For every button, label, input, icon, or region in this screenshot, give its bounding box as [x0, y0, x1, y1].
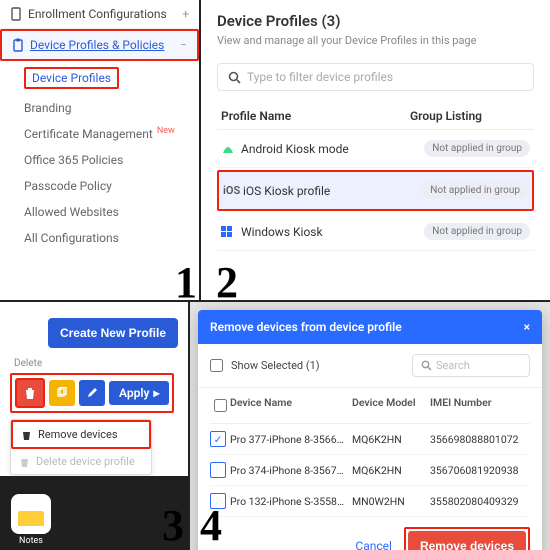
create-profile-button[interactable]: Create New Profile — [48, 318, 178, 348]
col-device-model: Device Model — [352, 396, 430, 415]
expand-icon[interactable]: + — [182, 7, 189, 21]
filter-placeholder: Type to filter device profiles — [247, 70, 393, 84]
dock: Notes — [0, 476, 188, 550]
windows-icon — [221, 226, 241, 238]
clipboard-icon — [12, 38, 24, 52]
row-checkbox[interactable] — [210, 462, 226, 478]
profile-row-windows[interactable]: Windows Kiosk Not applied in group — [217, 213, 534, 251]
table-row[interactable]: Pro 374-iPhone 8-3567… MQ6K2HN 356706081… — [210, 455, 530, 486]
sidebar-enrollment-label: Enrollment Configurations — [28, 7, 167, 21]
col-group-listing: Group Listing — [410, 109, 530, 123]
profile-row-ios[interactable]: iOS iOS Kiosk profile Not applied in gro… — [217, 170, 534, 211]
annotation-1: 1 — [175, 257, 197, 308]
sidebar-item-o365[interactable]: Office 365 Policies — [0, 147, 199, 173]
profile-filter-input[interactable]: Type to filter device profiles — [217, 63, 534, 91]
trash-icon — [24, 387, 36, 400]
table-header: Device Name Device Model IMEI Number — [210, 388, 530, 424]
copy-icon — [56, 387, 68, 399]
copy-button[interactable] — [49, 380, 75, 406]
annotation-4: 4 — [200, 500, 222, 550]
search-icon — [228, 71, 241, 84]
status-badge: Not applied in group — [424, 140, 530, 157]
pencil-icon — [86, 387, 98, 399]
search-icon — [421, 360, 432, 371]
chevron-right-icon: ▸ — [153, 386, 159, 400]
apply-button[interactable]: Apply ▸ — [109, 381, 169, 405]
device-profiles-link[interactable]: Device Profiles — [24, 67, 119, 89]
sidebar-item-all-config[interactable]: All Configurations — [0, 225, 199, 251]
sidebar-item-passcode[interactable]: Passcode Policy — [0, 173, 199, 199]
sidebar-enrollment[interactable]: Enrollment Configurations + — [0, 0, 199, 29]
show-selected-checkbox[interactable] — [210, 359, 223, 372]
sidebar-panel: Enrollment Configurations + Device Profi… — [0, 0, 201, 300]
cancel-button[interactable]: Cancel — [355, 539, 392, 550]
delete-label: Delete — [14, 358, 178, 369]
device-search-input[interactable]: Search — [412, 354, 530, 377]
status-badge: Not applied in group — [424, 223, 530, 240]
profiles-table-header: Profile Name Group Listing — [217, 103, 534, 130]
phone-icon — [10, 7, 22, 21]
sidebar-item-cert-mgmt[interactable]: Certificate ManagementNew — [0, 121, 199, 147]
sidebar-dpp-label: Device Profiles & Policies — [30, 38, 164, 52]
dialog-title: Remove devices from device profile — [210, 320, 402, 334]
row-checkbox[interactable]: ✓ — [210, 431, 226, 447]
dialog-footer: Cancel Remove devices — [198, 517, 542, 550]
android-icon — [221, 144, 241, 154]
col-imei: IMEI Number — [430, 396, 530, 415]
notes-icon — [11, 494, 51, 534]
status-badge: Not applied in group — [422, 182, 528, 199]
ios-icon: iOS — [223, 184, 243, 197]
select-all-checkbox[interactable] — [214, 399, 227, 412]
table-row[interactable]: ✓ Pro 377-iPhone 8-3566… MQ6K2HN 3566980… — [210, 424, 530, 455]
table-row[interactable]: Pro 132-iPhone S-3558… MN0W2HN 355802080… — [210, 486, 530, 517]
sidebar-item-branding[interactable]: Branding — [0, 95, 199, 121]
new-badge: New — [157, 126, 175, 136]
menu-remove-devices[interactable]: Remove devices — [11, 420, 151, 449]
show-selected-label: Show Selected (1) — [231, 359, 404, 372]
trash-icon — [21, 429, 32, 441]
profile-row-android[interactable]: Android Kiosk mode Not applied in group — [217, 130, 534, 168]
sidebar-device-profiles-policies[interactable]: Device Profiles & Policies − — [0, 29, 199, 61]
menu-delete-profile[interactable]: Delete device profile — [11, 449, 151, 474]
page-title: Device Profiles (3) — [217, 12, 534, 30]
sidebar-item-device-profiles[interactable]: Device Profiles — [0, 61, 199, 95]
delete-menu: Remove devices Delete device profile — [10, 419, 152, 475]
col-device-name: Device Name — [230, 396, 352, 415]
dialog-header: Remove devices from device profile × — [198, 310, 542, 344]
devices-table: Device Name Device Model IMEI Number ✓ P… — [198, 388, 542, 517]
dialog-toolbar: Show Selected (1) Search — [198, 344, 542, 388]
dock-app-notes[interactable]: Notes — [10, 494, 52, 546]
annotation-2: 2 — [216, 257, 238, 308]
profiles-panel: Device Profiles (3) View and manage all … — [201, 0, 550, 300]
col-profile-name: Profile Name — [221, 109, 410, 123]
delete-button[interactable] — [15, 378, 45, 408]
close-icon[interactable]: × — [524, 320, 530, 334]
annotation-3: 3 — [162, 500, 184, 550]
page-desc: View and manage all your Device Profiles… — [217, 34, 534, 47]
collapse-icon[interactable]: − — [180, 38, 187, 52]
remove-devices-button[interactable]: Remove devices — [408, 531, 526, 550]
remove-devices-dialog: Remove devices from device profile × Sho… — [198, 310, 542, 550]
dialog-panel: Remove devices from device profile × Sho… — [190, 300, 550, 550]
sidebar-item-allowed-websites[interactable]: Allowed Websites — [0, 199, 199, 225]
edit-button[interactable] — [79, 380, 105, 406]
trash-icon — [19, 456, 30, 468]
